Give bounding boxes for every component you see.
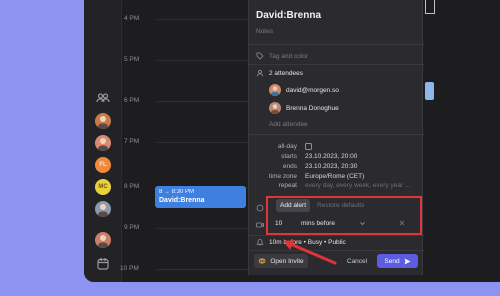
tag-field: Tag and color <box>269 52 309 60</box>
bell-icon <box>256 238 264 246</box>
ends-value[interactable]: 23.10.2023, 20:30 <box>305 163 357 170</box>
event-title-input[interactable]: David:Brenna <box>256 10 321 21</box>
avatar <box>269 102 281 114</box>
calendar-next-column <box>423 0 500 282</box>
highlight-box <box>266 196 422 235</box>
send-button[interactable]: Send <box>377 254 418 268</box>
avatar[interactable] <box>95 232 111 248</box>
repeat-value[interactable]: every day, every week, every year ... <box>305 182 410 189</box>
send-icon <box>404 258 411 265</box>
avatar[interactable] <box>95 135 111 151</box>
hour-label: 10 PM <box>120 265 139 272</box>
avatar[interactable] <box>95 201 111 217</box>
avatar[interactable]: MC <box>95 179 111 195</box>
event-title: David:Brenna <box>159 197 205 204</box>
allday-label: all-day <box>277 143 297 150</box>
event-time: 8 → 8:30 PM <box>159 189 195 195</box>
calendar-event[interactable]: 8 → 8:30 PM David:Brenna <box>155 186 246 208</box>
calendar-icon[interactable] <box>95 256 111 272</box>
starts-label: starts <box>281 153 297 160</box>
repeat-label: repeat <box>278 182 297 189</box>
attendee-email: david@morgen.so <box>286 86 339 94</box>
add-attendee-field[interactable]: Add attendee <box>269 121 308 128</box>
event-chip[interactable] <box>425 82 434 100</box>
event-chip-outline[interactable] <box>425 0 435 14</box>
attendees-row[interactable]: 2 attendees <box>256 69 303 77</box>
add-attendee-placeholder: Add attendee <box>269 121 308 128</box>
hour-label: 7 PM <box>124 138 140 145</box>
avatar <box>269 84 281 96</box>
hour-label: 8 PM <box>124 183 140 190</box>
hour-label: 6 PM <box>124 97 140 104</box>
attendee-item[interactable]: david@morgen.so <box>269 84 339 96</box>
notes-field[interactable]: Notes <box>256 28 273 35</box>
invite-icon <box>258 257 266 265</box>
attendees-count: 2 attendees <box>269 69 303 77</box>
person-icon <box>256 69 264 77</box>
cancel-button[interactable]: Cancel <box>343 254 371 268</box>
people-icon[interactable] <box>95 90 111 106</box>
avatar-initials: MC <box>98 184 108 190</box>
ends-label: ends <box>282 163 297 170</box>
avatar[interactable] <box>95 113 111 129</box>
timezone-value[interactable]: Europe/Rome (CET) <box>305 173 364 180</box>
timezone-label: time zone <box>268 173 297 180</box>
starts-value[interactable]: 23.10.2023, 20:00 <box>305 153 357 160</box>
hour-label: 9 PM <box>124 224 140 231</box>
avatar-initials: FL <box>99 162 107 168</box>
avatar[interactable]: FL <box>95 157 111 173</box>
divider <box>249 134 424 135</box>
hour-label: 4 PM <box>124 15 140 22</box>
hour-label: 5 PM <box>124 56 140 63</box>
attendee-item[interactable]: Brenna Donoghue <box>269 102 339 114</box>
send-label: Send <box>384 257 400 265</box>
annotation-arrow <box>283 240 337 265</box>
allday-checkbox[interactable] <box>305 143 312 150</box>
video-icon <box>256 221 264 229</box>
divider <box>249 64 424 65</box>
divider <box>249 44 424 45</box>
tag-row[interactable]: Tag and color <box>256 52 308 60</box>
attendee-name: Brenna Donoghue <box>286 104 339 112</box>
sidebar: FL MC <box>84 0 122 282</box>
tag-icon <box>256 52 264 60</box>
bell-icon-small <box>256 204 264 212</box>
